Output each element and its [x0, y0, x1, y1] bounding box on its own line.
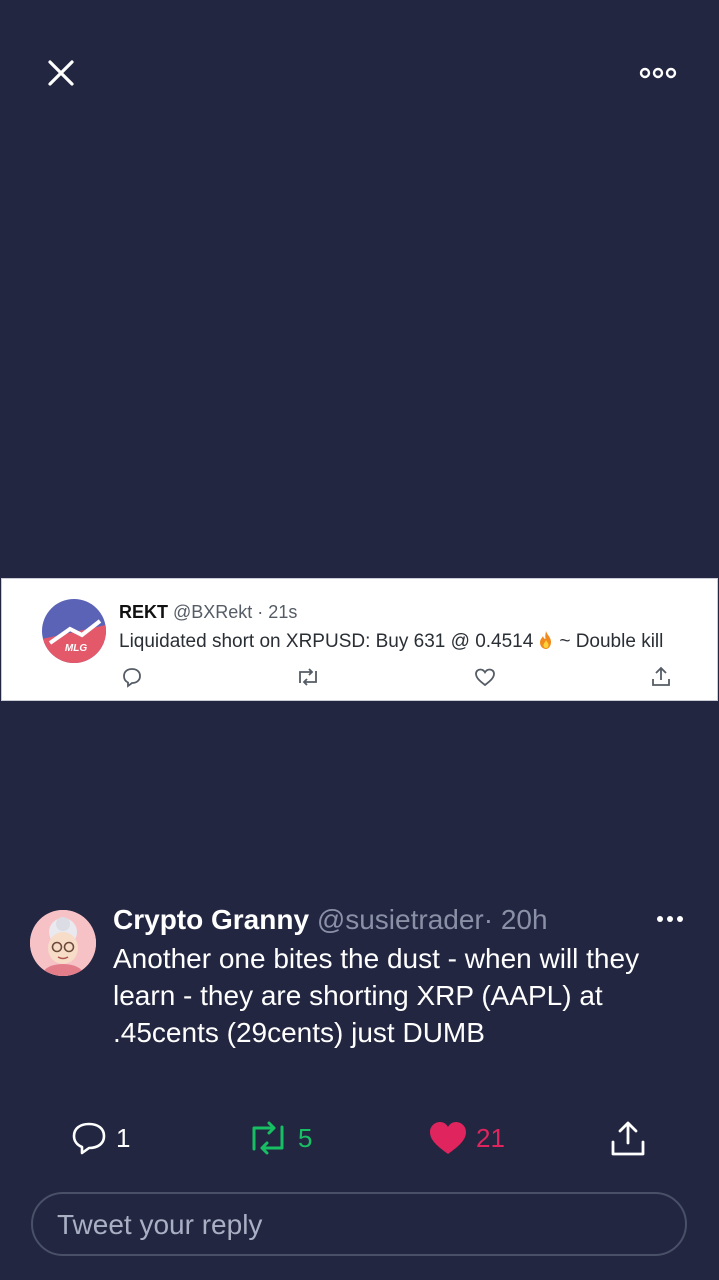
- like-button[interactable]: 21: [428, 1116, 505, 1160]
- close-icon: [48, 60, 74, 86]
- more-horizontal-icon: [639, 67, 677, 79]
- reply-input[interactable]: [55, 1194, 659, 1256]
- tweet-more-button[interactable]: [654, 908, 686, 930]
- share-icon: [649, 665, 673, 689]
- more-options-button[interactable]: [636, 60, 680, 86]
- embedded-author-name: REKT: [119, 602, 168, 622]
- tweet-actions: 1 5 21: [0, 1116, 719, 1160]
- embedded-tweet-text: Liquidated short on XRPUSD: Buy 631 @ 0.…: [119, 630, 663, 653]
- embedded-actions: [2, 665, 717, 691]
- svg-text:MLG: MLG: [65, 643, 87, 654]
- avatar[interactable]: [30, 910, 96, 976]
- author-name[interactable]: Crypto Granny: [113, 904, 309, 935]
- author-handle[interactable]: @susietrader: [317, 904, 484, 935]
- retweet-icon: [252, 1121, 284, 1155]
- tweet-header: Crypto Granny @susietrader· 20h: [113, 904, 548, 936]
- like-count: 21: [476, 1122, 505, 1153]
- embedded-tweet-image[interactable]: MLG REKT @BXRekt · 21s Liquidated short …: [1, 578, 718, 701]
- reply-box: [31, 1192, 687, 1256]
- tweet-text: Another one bites the dust - when will t…: [113, 943, 640, 1048]
- share-icon: [611, 1121, 645, 1156]
- reply-count: 1: [116, 1122, 131, 1153]
- reply-button[interactable]: 1: [70, 1116, 130, 1160]
- share-button[interactable]: [608, 1116, 648, 1160]
- more-horizontal-icon: [657, 916, 683, 922]
- fire-icon: [536, 630, 556, 650]
- reply-icon: [72, 1122, 106, 1155]
- reply-icon: [120, 665, 144, 689]
- heart-icon: [430, 1122, 466, 1154]
- embedded-text-part: ~ Double kill: [559, 631, 664, 652]
- embedded-text-part: Liquidated short on XRPUSD: Buy 631 @ 0.…: [119, 631, 534, 652]
- tweet-time: · 20h: [483, 904, 548, 935]
- close-button[interactable]: [44, 56, 78, 90]
- retweet-button[interactable]: 5: [246, 1116, 312, 1160]
- retweet-count: 5: [298, 1122, 313, 1153]
- retweet-icon: [295, 665, 319, 689]
- like-icon: [473, 665, 497, 689]
- embedded-handle-time: @BXRekt · 21s: [173, 602, 298, 622]
- embedded-tweet-header: REKT @BXRekt · 21s: [119, 602, 297, 623]
- rekt-avatar: MLG: [42, 599, 106, 663]
